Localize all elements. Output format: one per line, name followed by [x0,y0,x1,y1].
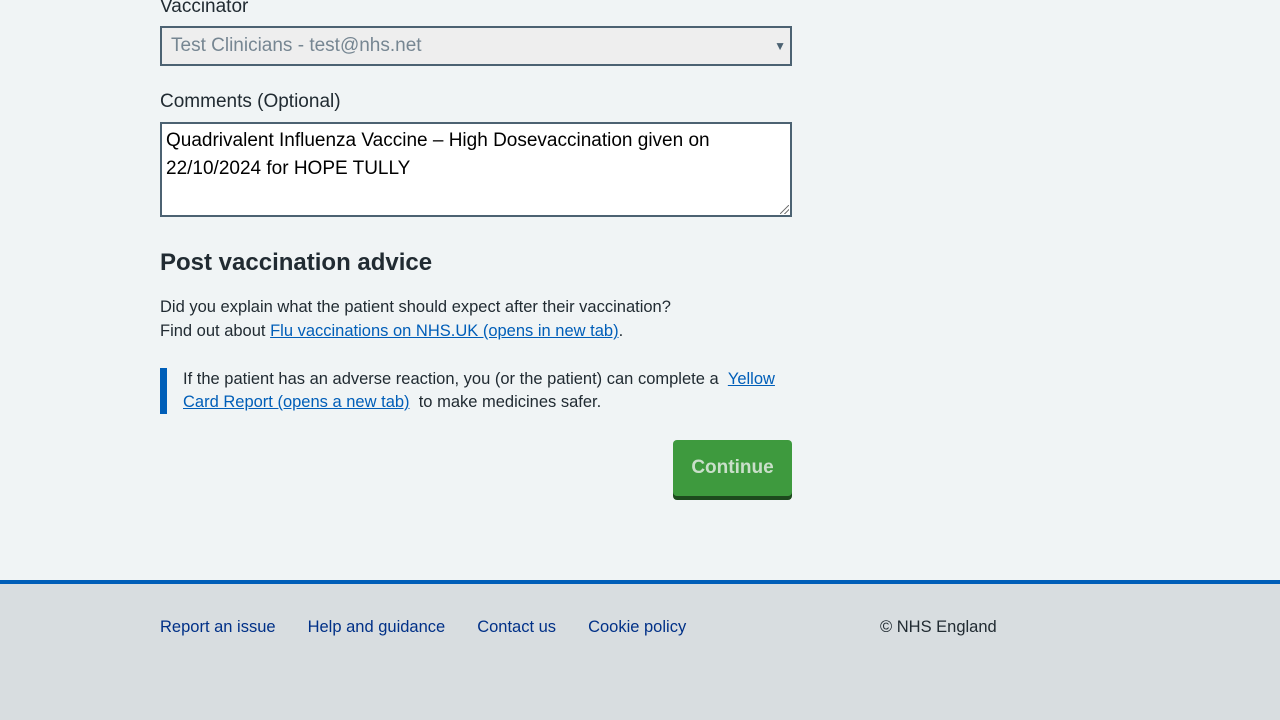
adverse-reaction-inset: If the patient has an adverse reaction, … [160,368,792,414]
find-out-suffix: . [618,322,624,340]
advice-find-out: Find out about Flu vaccinations on NHS.U… [160,319,792,343]
vaccinator-select[interactable]: Test Clinicians - test@nhs.net ▼ [160,26,792,66]
resize-handle-icon[interactable] [780,205,789,214]
vaccinator-selected-value: Test Clinicians - test@nhs.net [171,35,422,56]
comments-textarea[interactable]: Quadrivalent Influenza Vaccine – High Do… [160,122,792,217]
find-out-prefix: Find out about [160,322,271,340]
flu-vaccinations-link[interactable]: Flu vaccinations on NHS.UK (opens in new… [270,322,619,340]
advice-question: Did you explain what the patient should … [160,298,671,316]
footer: Report an issue Help and guidance Contac… [0,580,1280,720]
advice-text: Did you explain what the patient should … [160,295,792,343]
footer-link-contact-us[interactable]: Contact us [477,616,556,638]
footer-link-report-issue[interactable]: Report an issue [160,616,276,638]
continue-button[interactable]: Continue [673,440,792,496]
footer-link-help-guidance[interactable]: Help and guidance [308,616,446,638]
inset-text-after: to make medicines safer. [414,393,602,411]
post-vaccination-advice-heading: Post vaccination advice [160,249,433,276]
inset-text-before: If the patient has an adverse reaction, … [183,370,724,388]
footer-link-cookie-policy[interactable]: Cookie policy [588,616,686,638]
copyright-text: © NHS England [880,618,997,636]
comments-value: Quadrivalent Influenza Vaccine – High Do… [166,130,710,179]
chevron-down-icon: ▼ [774,39,786,53]
vaccinator-label: Vaccinator [160,0,249,17]
comments-label: Comments (Optional) [160,91,341,112]
footer-links: Report an issue Help and guidance Contac… [160,616,686,638]
